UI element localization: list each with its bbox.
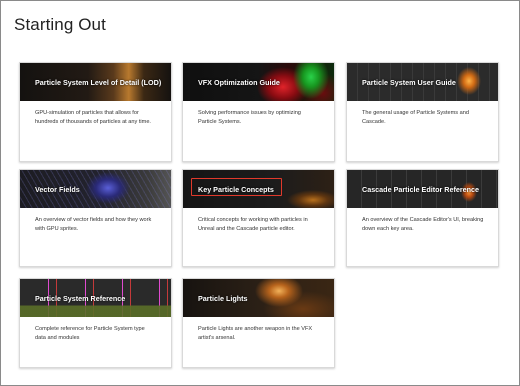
card-particle-lights[interactable]: Particle Lights Particle Lights are anot… (182, 278, 335, 368)
card-description: Solving performance issues by optimizing… (198, 110, 301, 126)
card-title[interactable]: Particle Lights (198, 279, 248, 317)
card-particle-user-guide[interactable]: Particle System User Guide The general u… (346, 62, 499, 162)
page-frame: Starting Out Particle System Level of De… (0, 0, 520, 386)
card-banner: Particle System Reference (20, 279, 171, 317)
card-vfx-optimization[interactable]: VFX Optimization Guide Solving performan… (182, 62, 335, 162)
card-vector-fields[interactable]: Vector Fields An overview of vector fiel… (19, 169, 172, 267)
card-description: Complete reference for Particle System t… (35, 326, 145, 342)
card-description: An overview of the Cascade Editor's UI, … (362, 217, 484, 233)
card-description: An overview of vector fields and how the… (35, 217, 152, 233)
card-title[interactable]: Particle System Reference (35, 279, 125, 317)
card-banner: Particle Lights (183, 279, 334, 317)
card-title[interactable]: VFX Optimization Guide (198, 63, 280, 101)
card-title[interactable]: Vector Fields (35, 170, 80, 208)
card-particle-system-reference[interactable]: Particle System Reference Complete refer… (19, 278, 172, 368)
card-banner: Key Particle Concepts (183, 170, 334, 208)
card-particle-lod[interactable]: Particle System Level of Detail (LOD) GP… (19, 62, 172, 162)
card-banner: Particle System Level of Detail (LOD) (20, 63, 171, 101)
card-title[interactable]: Particle System Level of Detail (LOD) (35, 63, 161, 101)
card-description: The general usage of Particle Systems an… (362, 110, 469, 126)
card-banner: Particle System User Guide (347, 63, 498, 101)
card-description: Particle Lights are another weapon in th… (198, 326, 313, 342)
card-title[interactable]: Cascade Particle Editor Reference (362, 170, 479, 208)
card-banner: VFX Optimization Guide (183, 63, 334, 101)
card-description: Critical concepts for working with parti… (198, 217, 308, 233)
card-description: GPU-simulation of particles that allows … (35, 110, 151, 126)
card-banner: Vector Fields (20, 170, 171, 208)
card-banner: Cascade Particle Editor Reference (347, 170, 498, 208)
card-title[interactable]: Particle System User Guide (362, 63, 456, 101)
card-cascade-editor-reference[interactable]: Cascade Particle Editor Reference An ove… (346, 169, 499, 267)
highlight-box (191, 178, 282, 196)
card-key-particle-concepts[interactable]: Key Particle Concepts Critical concepts … (182, 169, 335, 267)
page-title: Starting Out (14, 15, 106, 34)
